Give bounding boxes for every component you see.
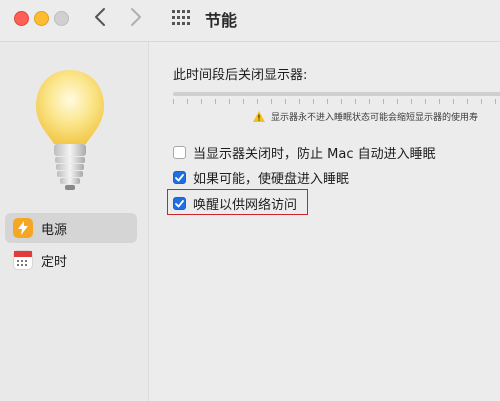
display-off-slider[interactable] [173, 92, 500, 96]
sidebar: 电源 定时 [0, 42, 149, 401]
energy-saver-window: 节能 电源 定时 此时间段后关闭显示器: 显示器永不进入睡眠状态可能会缩短显示器… [0, 0, 500, 401]
option-label: 唤醒以供网络访问 [193, 198, 298, 213]
warning-icon [253, 111, 265, 122]
sidebar-item-label: 电源 [41, 222, 68, 238]
option-label: 如果可能，使硬盘进入睡眠 [193, 172, 350, 187]
prevent-sleep-checkbox[interactable] [173, 146, 186, 159]
checkmark-icon [175, 173, 184, 181]
sleep-warning: 显示器永不进入睡眠状态可能会缩短显示器的使用寿 [253, 110, 478, 123]
show-all-grid-icon [172, 10, 190, 25]
disk-sleep-checkbox[interactable] [173, 171, 186, 184]
zoom-window-button[interactable] [54, 11, 69, 26]
display-off-label: 此时间段后关闭显示器: [173, 68, 308, 83]
title-bar: 节能 [0, 0, 500, 42]
warning-text: 显示器永不进入睡眠状态可能会缩短显示器的使用寿 [271, 113, 479, 123]
power-bolt-icon [13, 218, 33, 238]
sidebar-item-power[interactable]: 电源 [5, 213, 137, 243]
sidebar-item-label: 定时 [41, 254, 68, 270]
back-button[interactable] [93, 6, 107, 33]
disk-sleep-option[interactable]: 如果可能，使硬盘进入睡眠 [173, 168, 349, 187]
calendar-schedule-icon [13, 250, 33, 270]
main-panel: 此时间段后关闭显示器: 显示器永不进入睡眠状态可能会缩短显示器的使用寿 当显示器… [149, 42, 500, 401]
minimize-window-button[interactable] [34, 11, 49, 26]
chevron-left-icon [95, 8, 105, 26]
option-label: 当显示器关闭时，防止 Mac 自动进入睡眠 [193, 147, 436, 162]
sidebar-item-schedule[interactable]: 定时 [5, 245, 137, 275]
checkmark-icon [175, 199, 184, 207]
chevron-right-icon [131, 8, 141, 26]
window-title: 节能 [205, 11, 238, 30]
wake-network-checkbox[interactable] [173, 197, 186, 210]
show-all-button[interactable] [172, 10, 190, 26]
prevent-sleep-option[interactable]: 当显示器关闭时，防止 Mac 自动进入睡眠 [173, 143, 436, 162]
slider-ticks [173, 99, 500, 105]
wake-network-option[interactable]: 唤醒以供网络访问 [173, 194, 297, 213]
forward-button[interactable] [129, 6, 143, 33]
light-bulb-icon [36, 70, 104, 190]
close-window-button[interactable] [14, 11, 29, 26]
